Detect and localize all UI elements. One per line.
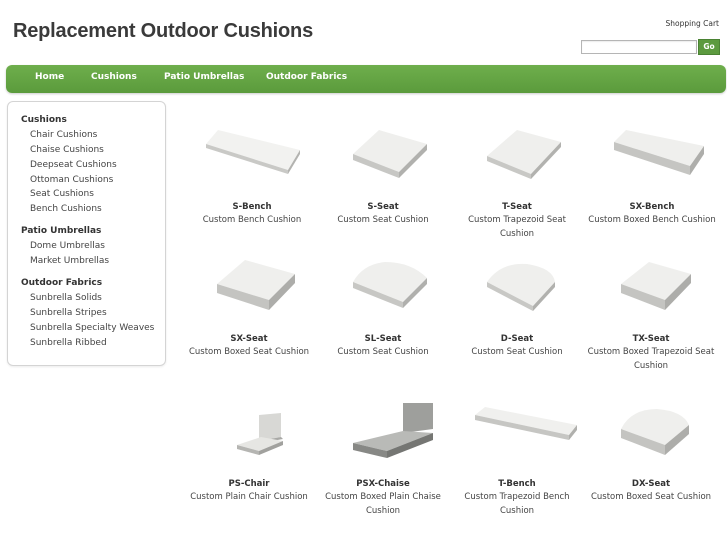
- nav-cushions[interactable]: Cushions: [91, 72, 137, 82]
- product-description: Custom Seat Cushion: [337, 215, 429, 225]
- sidebar-heading-outdoor-fabrics[interactable]: Outdoor Fabrics: [21, 278, 102, 288]
- main-nav-bar: Home Cushions Patio Umbrellas Outdoor Fa…: [6, 65, 726, 93]
- sidebar-item-market-umbrellas[interactable]: Market Umbrellas: [30, 256, 109, 266]
- nav-patio-umbrellas[interactable]: Patio Umbrellas: [164, 72, 244, 82]
- product-card-psx-chaise[interactable]: PSX-Chaise Custom Boxed Plain Chaise Cus…: [316, 395, 450, 516]
- boxed-trapezoid-cushion-icon[interactable]: [591, 250, 711, 324]
- product-name[interactable]: PS-Chair: [182, 479, 316, 489]
- chair-cushion-icon[interactable]: [189, 395, 309, 469]
- sidebar-item-seat-cushions[interactable]: Seat Cushions: [30, 189, 94, 199]
- product-card-d-seat[interactable]: D-Seat Custom Seat Cushion: [450, 250, 584, 357]
- product-name[interactable]: D-Seat: [450, 334, 584, 344]
- rounded-seat-cushion-icon[interactable]: [323, 250, 443, 324]
- sidebar-item-chaise-cushions[interactable]: Chaise Cushions: [30, 145, 104, 155]
- bench-cushion-icon[interactable]: [192, 118, 312, 192]
- sidebar-item-deepseat-cushions[interactable]: Deepseat Cushions: [30, 160, 117, 170]
- product-name[interactable]: T-Bench: [450, 479, 584, 489]
- sidebar-item-bench-cushions[interactable]: Bench Cushions: [30, 204, 102, 214]
- square-seat-cushion-icon[interactable]: [323, 118, 443, 192]
- product-name[interactable]: S-Bench: [185, 202, 319, 212]
- sidebar-item-dome-umbrellas[interactable]: Dome Umbrellas: [30, 241, 105, 251]
- product-description: Custom Boxed Plain Chaise Cushion: [325, 492, 441, 516]
- product-card-sx-seat[interactable]: SX-Seat Custom Boxed Seat Cushion: [182, 250, 316, 357]
- product-card-dx-seat[interactable]: DX-Seat Custom Boxed Seat Cushion: [584, 395, 718, 502]
- sidebar-item-sunbrella-ribbed[interactable]: Sunbrella Ribbed: [30, 338, 107, 348]
- sidebar-item-sunbrella-solids[interactable]: Sunbrella Solids: [30, 293, 102, 303]
- product-card-sx-bench[interactable]: SX-Bench Custom Boxed Bench Cushion: [585, 118, 719, 225]
- chaise-cushion-icon[interactable]: [323, 395, 443, 469]
- boxed-seat-cushion-icon[interactable]: [189, 250, 309, 324]
- d-seat-cushion-icon[interactable]: [457, 250, 577, 324]
- product-name[interactable]: T-Seat: [450, 202, 584, 212]
- product-card-s-seat[interactable]: S-Seat Custom Seat Cushion: [316, 118, 450, 225]
- sidebar-heading-cushions[interactable]: Cushions: [21, 115, 67, 125]
- nav-outdoor-fabrics[interactable]: Outdoor Fabrics: [266, 72, 347, 82]
- product-card-s-bench[interactable]: S-Bench Custom Bench Cushion: [185, 118, 319, 225]
- search-input[interactable]: [581, 40, 697, 54]
- boxed-bench-cushion-icon[interactable]: [592, 118, 712, 192]
- product-name[interactable]: PSX-Chaise: [316, 479, 450, 489]
- sidebar-heading-patio-umbrellas[interactable]: Patio Umbrellas: [21, 226, 101, 236]
- sidebar-item-sunbrella-specialty-weaves[interactable]: Sunbrella Specialty Weaves: [30, 323, 154, 333]
- trapezoid-bench-cushion-icon[interactable]: [457, 395, 577, 469]
- product-name[interactable]: SL-Seat: [316, 334, 450, 344]
- product-name[interactable]: TX-Seat: [584, 334, 718, 344]
- product-description: Custom Trapezoid Bench Cushion: [464, 492, 570, 516]
- product-description: Custom Bench Cushion: [202, 215, 302, 225]
- search-go-button[interactable]: Go: [698, 39, 720, 55]
- product-description: Custom Plain Chair Cushion: [190, 492, 308, 502]
- product-description: Custom Boxed Bench Cushion: [588, 215, 716, 225]
- product-name[interactable]: SX-Seat: [182, 334, 316, 344]
- product-name[interactable]: SX-Bench: [585, 202, 719, 212]
- boxed-d-seat-cushion-icon[interactable]: [591, 395, 711, 469]
- product-name[interactable]: S-Seat: [316, 202, 450, 212]
- product-name[interactable]: DX-Seat: [584, 479, 718, 489]
- product-card-t-seat[interactable]: T-Seat Custom Trapezoid Seat Cushion: [450, 118, 584, 239]
- sidebar-item-ottoman-cushions[interactable]: Ottoman Cushions: [30, 175, 113, 185]
- site-title: Replacement Outdoor Cushions: [13, 20, 313, 42]
- category-sidebar: Cushions Chair Cushions Chaise Cushions …: [7, 101, 166, 366]
- sidebar-item-sunbrella-stripes[interactable]: Sunbrella Stripes: [30, 308, 107, 318]
- product-card-ps-chair[interactable]: PS-Chair Custom Plain Chair Cushion: [182, 395, 316, 502]
- product-description: Custom Boxed Seat Cushion: [590, 492, 712, 502]
- product-description: Custom Seat Cushion: [471, 347, 563, 357]
- nav-home[interactable]: Home: [35, 72, 64, 82]
- product-description: Custom Seat Cushion: [337, 347, 429, 357]
- product-card-tx-seat[interactable]: TX-Seat Custom Boxed Trapezoid Seat Cush…: [584, 250, 718, 371]
- product-card-sl-seat[interactable]: SL-Seat Custom Seat Cushion: [316, 250, 450, 357]
- product-description: Custom Boxed Seat Cushion: [188, 347, 310, 357]
- product-description: Custom Trapezoid Seat Cushion: [468, 215, 566, 239]
- trapezoid-seat-cushion-icon[interactable]: [457, 118, 577, 192]
- product-description: Custom Boxed Trapezoid Seat Cushion: [587, 347, 715, 371]
- sidebar-item-chair-cushions[interactable]: Chair Cushions: [30, 130, 97, 140]
- product-card-t-bench[interactable]: T-Bench Custom Trapezoid Bench Cushion: [450, 395, 584, 516]
- shopping-cart-link[interactable]: Shopping Cart: [666, 19, 719, 28]
